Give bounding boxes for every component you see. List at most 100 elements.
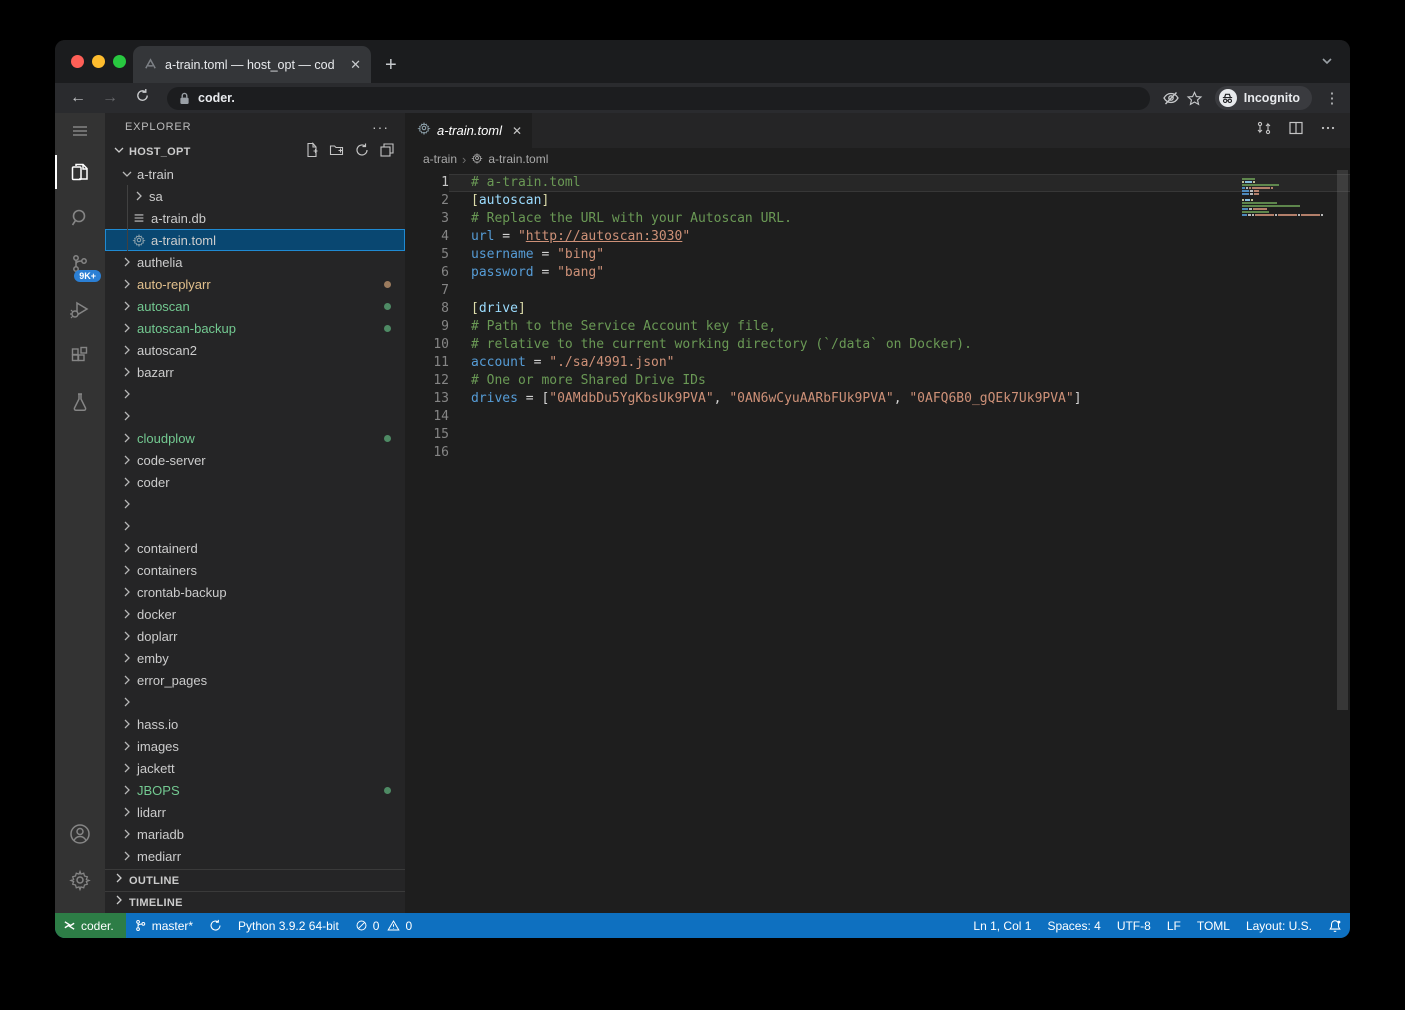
- menu-icon[interactable]: [55, 113, 105, 149]
- explorer-icon[interactable]: [55, 149, 105, 195]
- code-line-16[interactable]: 16: [405, 444, 1350, 462]
- tree-row-a-train[interactable]: a-train: [105, 163, 405, 185]
- tree-row-containerd[interactable]: containerd: [105, 537, 405, 559]
- forward-button[interactable]: →: [97, 89, 123, 107]
- run-debug-icon[interactable]: [55, 287, 105, 333]
- tab-close-icon[interactable]: ✕: [350, 57, 361, 73]
- code-line-7[interactable]: 7: [405, 282, 1350, 300]
- outline-section[interactable]: OUTLINE: [105, 869, 405, 891]
- git-branch-status[interactable]: master*: [126, 913, 201, 938]
- indentation-status[interactable]: Spaces: 4: [1039, 913, 1108, 938]
- code-line-11[interactable]: 11account = "./sa/4991.json": [405, 354, 1350, 372]
- code-line-13[interactable]: 13drives = ["0AMdbDu5YgKbsUk9PVA", "0AN6…: [405, 390, 1350, 408]
- tree-row-docker[interactable]: docker: [105, 603, 405, 625]
- tree-row-jackett[interactable]: jackett: [105, 757, 405, 779]
- editor-scrollbar[interactable]: [1337, 170, 1348, 710]
- code-line-10[interactable]: 10# relative to the current working dire…: [405, 336, 1350, 354]
- tree-row-mariadb[interactable]: mariadb: [105, 823, 405, 845]
- editor-tab-close-icon[interactable]: ✕: [512, 124, 522, 138]
- tree-row[interactable]: [105, 405, 405, 427]
- new-folder-icon[interactable]: [329, 142, 345, 163]
- collapse-folders-icon[interactable]: [379, 142, 395, 163]
- account-icon[interactable]: [55, 811, 105, 857]
- breadcrumb-folder[interactable]: a-train: [423, 152, 457, 166]
- tree-row-error_pages[interactable]: error_pages: [105, 669, 405, 691]
- tree-row-crontab-backup[interactable]: crontab-backup: [105, 581, 405, 603]
- tree-row-doplarr[interactable]: doplarr: [105, 625, 405, 647]
- back-button[interactable]: ←: [65, 89, 91, 107]
- remote-indicator[interactable]: coder.: [55, 913, 126, 938]
- explorer-more-actions-icon[interactable]: ···: [372, 119, 389, 135]
- new-tab-button[interactable]: +: [385, 55, 397, 75]
- tree-row-JBOPS[interactable]: JBOPS: [105, 779, 405, 801]
- tree-row-bazarr[interactable]: bazarr: [105, 361, 405, 383]
- workspace-section-header[interactable]: HOST_OPT: [105, 141, 405, 163]
- reload-button[interactable]: [129, 88, 155, 108]
- code-editor[interactable]: 1# a-train.toml2[autoscan]3# Replace the…: [405, 170, 1350, 913]
- browser-menu-icon[interactable]: ⋮: [1324, 89, 1340, 107]
- refresh-icon[interactable]: [354, 142, 370, 163]
- tree-row-a-train.toml[interactable]: a-train.toml: [105, 229, 405, 251]
- tree-row-authelia[interactable]: authelia: [105, 251, 405, 273]
- tree-row-images[interactable]: images: [105, 735, 405, 757]
- split-editor-icon[interactable]: [1288, 120, 1304, 141]
- window-minimize-button[interactable]: [92, 55, 105, 68]
- keyboard-layout-status[interactable]: Layout: U.S.: [1238, 913, 1320, 938]
- tree-row-mediarr[interactable]: mediarr: [105, 845, 405, 867]
- tree-row[interactable]: [105, 691, 405, 713]
- window-close-button[interactable]: [71, 55, 84, 68]
- code-line-4[interactable]: 4url = "http://autoscan:3030": [405, 228, 1350, 246]
- tree-row-a-train.db[interactable]: a-train.db: [105, 207, 405, 229]
- editor-tab-a-train-toml[interactable]: a-train.toml ✕: [405, 113, 532, 148]
- tree-row-coder[interactable]: coder: [105, 471, 405, 493]
- editor-more-actions-icon[interactable]: [1320, 120, 1336, 141]
- tree-row-autoscan[interactable]: autoscan: [105, 295, 405, 317]
- code-line-6[interactable]: 6password = "bang": [405, 264, 1350, 282]
- notifications-bell-icon[interactable]: [1320, 913, 1350, 938]
- code-line-3[interactable]: 3# Replace the URL with your Autoscan UR…: [405, 210, 1350, 228]
- sync-status[interactable]: [201, 913, 230, 938]
- breadcrumb-file[interactable]: a-train.toml: [488, 152, 548, 166]
- tree-row-sa[interactable]: sa: [105, 185, 405, 207]
- source-control-icon[interactable]: 9K+: [55, 241, 105, 287]
- eol-status[interactable]: LF: [1159, 913, 1189, 938]
- browser-tab[interactable]: a-train.toml — host_opt — cod ✕: [133, 46, 371, 83]
- code-line-2[interactable]: 2[autoscan]: [405, 192, 1350, 210]
- problems-status[interactable]: 0 0: [347, 913, 420, 938]
- tree-row-auto-replyarr[interactable]: auto-replyarr: [105, 273, 405, 295]
- code-line-8[interactable]: 8[drive]: [405, 300, 1350, 318]
- python-interpreter-status[interactable]: Python 3.9.2 64-bit: [230, 913, 347, 938]
- minimap[interactable]: [1242, 178, 1324, 226]
- tree-row-cloudplow[interactable]: cloudplow: [105, 427, 405, 449]
- tree-row[interactable]: [105, 383, 405, 405]
- new-file-icon[interactable]: [304, 142, 320, 163]
- cursor-position-status[interactable]: Ln 1, Col 1: [965, 913, 1039, 938]
- extensions-icon[interactable]: [55, 333, 105, 379]
- address-bar[interactable]: coder.: [167, 87, 1150, 110]
- code-line-9[interactable]: 9# Path to the Service Account key file,: [405, 318, 1350, 336]
- tree-row-lidarr[interactable]: lidarr: [105, 801, 405, 823]
- tree-row-autoscan2[interactable]: autoscan2: [105, 339, 405, 361]
- tab-search-chevron-icon[interactable]: [1320, 54, 1334, 73]
- encoding-status[interactable]: UTF-8: [1109, 913, 1159, 938]
- testing-icon[interactable]: [55, 379, 105, 425]
- code-line-15[interactable]: 15: [405, 426, 1350, 444]
- window-zoom-button[interactable]: [113, 55, 126, 68]
- language-mode-status[interactable]: TOML: [1189, 913, 1238, 938]
- tree-row-emby[interactable]: emby: [105, 647, 405, 669]
- tree-row-autoscan-backup[interactable]: autoscan-backup: [105, 317, 405, 339]
- tree-row-containers[interactable]: containers: [105, 559, 405, 581]
- tree-row-hass.io[interactable]: hass.io: [105, 713, 405, 735]
- code-line-12[interactable]: 12# One or more Shared Drive IDs: [405, 372, 1350, 390]
- timeline-section[interactable]: TIMELINE: [105, 891, 405, 913]
- tree-row-code-server[interactable]: code-server: [105, 449, 405, 471]
- eye-off-icon[interactable]: [1162, 89, 1180, 107]
- open-changes-icon[interactable]: [1256, 120, 1272, 141]
- tree-row[interactable]: [105, 515, 405, 537]
- code-line-14[interactable]: 14: [405, 408, 1350, 426]
- breadcrumb[interactable]: a-train › a-train.toml: [405, 148, 1350, 170]
- code-line-5[interactable]: 5username = "bing": [405, 246, 1350, 264]
- search-icon[interactable]: [55, 195, 105, 241]
- tree-row[interactable]: [105, 493, 405, 515]
- settings-gear-icon[interactable]: [55, 857, 105, 903]
